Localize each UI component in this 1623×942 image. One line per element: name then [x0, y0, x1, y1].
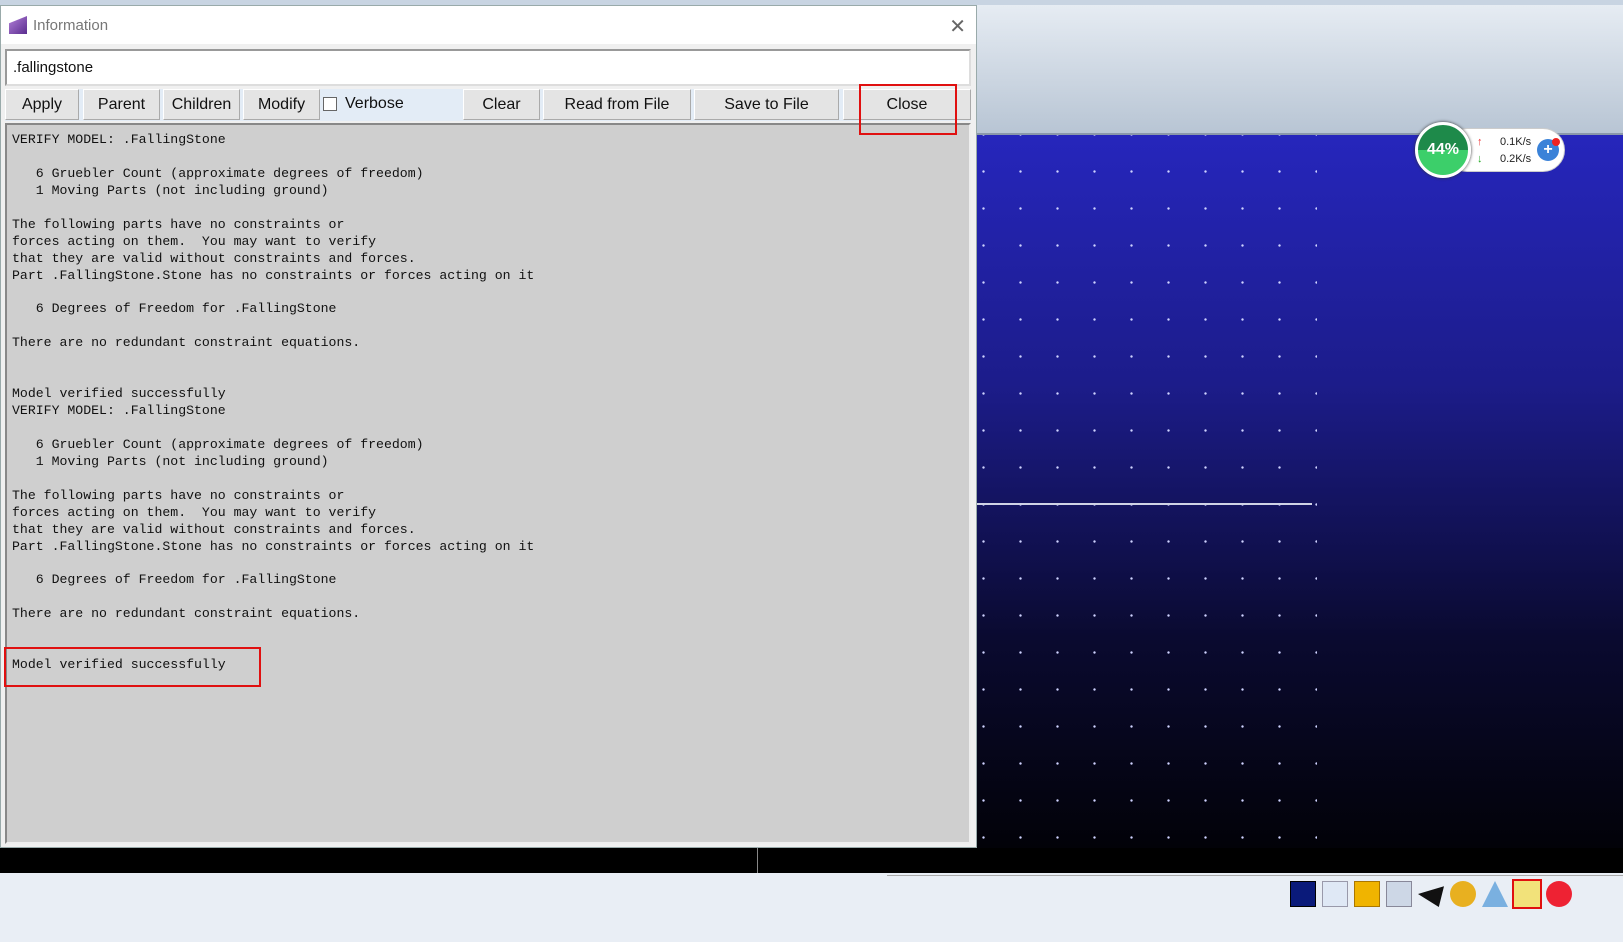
output-line: 1 Moving Parts (not including ground): [12, 182, 329, 198]
output-line: 6 Degrees of Freedom for .FallingStone: [12, 301, 337, 317]
dialog-title: Information: [33, 16, 109, 34]
ground-line: [977, 503, 1312, 505]
output-line: 6 Gruebler Count (approximate degrees of…: [12, 165, 424, 181]
output-text-area[interactable]: VERIFY MODEL: .FallingStone 6 Gruebler C…: [5, 123, 971, 844]
checkbox-box[interactable]: [323, 97, 337, 111]
clear-button[interactable]: Clear: [463, 89, 540, 120]
axis-icon[interactable]: [1322, 881, 1348, 907]
app-logo-icon: [9, 16, 27, 34]
modify-button[interactable]: Modify: [243, 89, 320, 120]
output-line: 1 Moving Parts (not including ground): [12, 453, 329, 469]
hat-icon[interactable]: [1418, 886, 1444, 907]
window-icon[interactable]: [1290, 881, 1316, 907]
output-line: There are no redundant constraint equati…: [12, 335, 361, 351]
children-button[interactable]: Children: [163, 89, 240, 120]
title-bar: Information: [1, 6, 976, 44]
output-line: 6 Degrees of Freedom for .FallingStone: [12, 572, 337, 588]
parent-button[interactable]: Parent: [83, 89, 160, 120]
network-icon[interactable]: [1482, 881, 1508, 907]
information-dialog: Information ✕ .fallingstone Apply Parent…: [0, 5, 977, 848]
highlight-close-button: [859, 84, 957, 135]
close-icon[interactable]: ✕: [949, 14, 966, 39]
download-arrow-icon: ↓: [1477, 153, 1483, 165]
object-name-input[interactable]: .fallingstone: [5, 49, 971, 86]
upload-rate: 0.1K/s: [1500, 136, 1532, 148]
apply-button[interactable]: Apply: [5, 89, 79, 120]
folder-icon[interactable]: [1354, 881, 1380, 907]
viewport-toolbar-area: [977, 5, 1623, 135]
toolbar-icons: [1290, 879, 1572, 909]
button-row: Apply Parent Children Modify Verbose Cle…: [5, 89, 971, 121]
status-bar: [0, 873, 1623, 942]
output-line: 6 Gruebler Count (approximate degrees of…: [12, 436, 424, 452]
verbose-checkbox[interactable]: Verbose: [323, 95, 404, 113]
download-rate: 0.2K/s: [1500, 153, 1532, 165]
file-check-icon[interactable]: [1512, 879, 1542, 909]
upload-arrow-icon: ↑: [1477, 136, 1483, 148]
output-line: VERIFY MODEL: .FallingStone: [12, 403, 226, 418]
output-line: Part .FallingStone.Stone has no constrai…: [12, 538, 535, 554]
output-line: forces acting on them. You may want to v…: [12, 504, 377, 520]
black-strip: [0, 848, 1623, 873]
highlight-success-message: [4, 647, 261, 687]
output-line: The following parts have no constraints …: [12, 216, 345, 232]
save-to-file-button[interactable]: Save to File: [694, 89, 839, 120]
output-line: VERIFY MODEL: .FallingStone: [12, 132, 226, 147]
read-from-file-button[interactable]: Read from File: [543, 89, 691, 120]
memory-gauge[interactable]: 44%: [1415, 122, 1471, 178]
verbose-label: Verbose: [345, 95, 404, 112]
output-line: forces acting on them. You may want to v…: [12, 233, 377, 249]
stop-icon[interactable]: [1546, 881, 1572, 907]
output-line: that they are valid without constraints …: [12, 250, 416, 266]
output-line: Part .FallingStone.Stone has no constrai…: [12, 267, 535, 283]
network-speed-widget[interactable]: 44% ↑ ↓ 0.1K/s 0.2K/s +: [1415, 122, 1565, 178]
output-line: The following parts have no constraints …: [12, 487, 345, 503]
output-line: Model verified successfully: [12, 386, 226, 402]
notification-dot: [1552, 138, 1560, 146]
grid-icon[interactable]: [1386, 881, 1412, 907]
globe-icon[interactable]: [1450, 881, 1476, 907]
output-line: There are no redundant constraint equati…: [12, 606, 361, 622]
output-line: that they are valid without constraints …: [12, 521, 416, 537]
grid-dots: [977, 135, 1317, 845]
